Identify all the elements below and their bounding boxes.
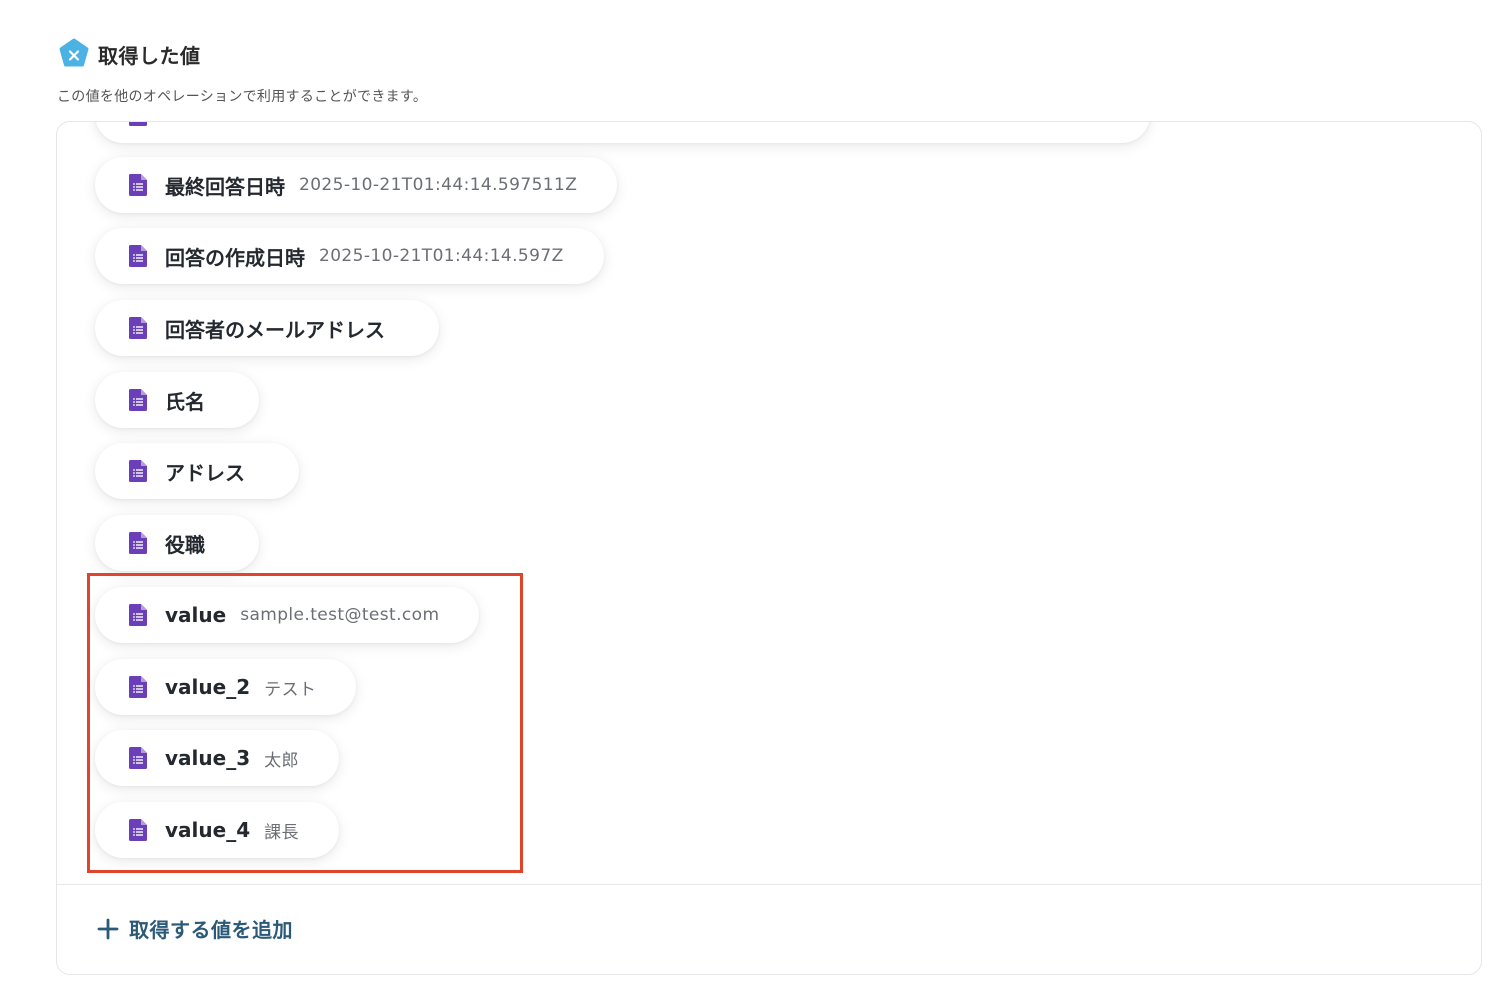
value-chip-label: 最終回答日時 (165, 174, 285, 199)
google-forms-document-icon (129, 317, 147, 339)
value-chip-label: 回答者のメールアドレス (165, 317, 385, 342)
add-value-label: 取得する値を追加 (129, 918, 293, 942)
value-chip[interactable] (95, 122, 1150, 143)
add-value-button[interactable]: 取得する値を追加 (97, 914, 293, 943)
value-chip-name[interactable]: 氏名 (95, 372, 259, 428)
variable-x-icon (59, 38, 89, 67)
google-forms-document-icon (129, 389, 147, 411)
value-chip-label: アドレス (165, 460, 245, 485)
value-chip-respondent-email[interactable]: 回答者のメールアドレス (95, 300, 439, 356)
value-chip-label: 役職 (165, 532, 205, 557)
google-forms-document-icon (129, 460, 147, 482)
value-chip-created-at[interactable]: 回答の作成日時 2025-10-21T01:44:14.597Z (95, 228, 604, 284)
value-chip-job-title[interactable]: 役職 (95, 515, 259, 571)
section-title: 取得した値 (98, 43, 201, 68)
google-forms-document-icon (129, 245, 147, 267)
google-forms-document-icon (129, 532, 147, 554)
value-chip-value: 2025-10-21T01:44:14.597Z (319, 246, 564, 266)
plus-icon (97, 918, 119, 939)
section-description: この値を他のオペレーションで利用することができます。 (57, 89, 428, 105)
panel-divider (57, 884, 1481, 885)
value-chip-label: 回答の作成日時 (165, 245, 305, 270)
value-chip-last-answered[interactable]: 最終回答日時 2025-10-21T01:44:14.597511Z (95, 157, 618, 213)
section-header: 取得した値 (58, 38, 201, 70)
highlight-box (87, 573, 523, 873)
google-forms-document-icon (129, 174, 147, 196)
value-chip-value: 2025-10-21T01:44:14.597511Z (299, 175, 578, 195)
google-forms-document-icon (129, 122, 147, 126)
value-chip-address[interactable]: アドレス (95, 443, 299, 499)
value-chip-label: 氏名 (165, 389, 205, 414)
